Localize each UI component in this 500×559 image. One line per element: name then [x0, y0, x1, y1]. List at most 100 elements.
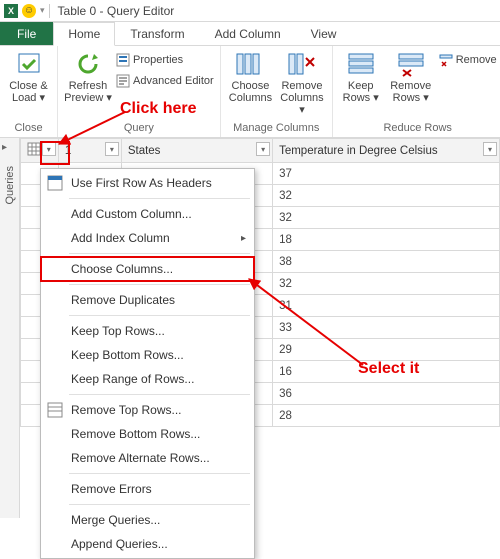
keep-rows-label: Keep Rows ▾: [339, 80, 383, 104]
chevron-down-icon[interactable]: ▾: [256, 142, 270, 156]
cell-temp: 32: [273, 207, 500, 229]
menu-remove-duplicates[interactable]: Remove Duplicates: [41, 288, 254, 312]
chevron-down-icon[interactable]: ▾: [483, 142, 497, 156]
cell-temp: 31: [273, 295, 500, 317]
advanced-editor-label: Advanced Editor: [133, 75, 214, 87]
cell-temp: 32: [273, 185, 500, 207]
tab-add-column[interactable]: Add Column: [200, 22, 296, 45]
column-header-states[interactable]: States ▾: [121, 139, 272, 163]
menu-label: Remove Bottom Rows...: [71, 427, 200, 441]
table-icon: [27, 142, 41, 156]
menu-remove-top-rows[interactable]: Remove Top Rows...: [41, 398, 254, 422]
menu-remove-bottom-rows[interactable]: Remove Bottom Rows...: [41, 422, 254, 446]
excel-icon: X: [4, 4, 18, 18]
menu-separator: [69, 394, 250, 395]
menu-add-custom-column[interactable]: Add Custom Column...: [41, 202, 254, 226]
remove-rows-button[interactable]: Remove Rows ▾: [387, 48, 435, 104]
advanced-editor-icon: [116, 74, 130, 88]
remove-columns-label: Remove Columns ▾: [278, 80, 326, 116]
menu-separator: [69, 504, 250, 505]
remove-columns-icon: [286, 50, 318, 78]
tab-transform[interactable]: Transform: [115, 22, 199, 45]
cell-temp: 28: [273, 405, 500, 427]
group-reduce-label: Reduce Rows: [339, 120, 497, 137]
ribbon-tabs: File Home Transform Add Column View: [0, 22, 500, 46]
queries-pane-tab[interactable]: Queries: [0, 138, 20, 518]
remove-small-button[interactable]: Remove: [439, 50, 497, 70]
menu-label: Remove Top Rows...: [71, 403, 182, 417]
menu-append-queries[interactable]: Append Queries...: [41, 532, 254, 556]
menu-merge-queries[interactable]: Merge Queries...: [41, 508, 254, 532]
title-bar: X ☺ ▾ Table 0 - Query Editor: [0, 0, 500, 22]
cell-temp: 32: [273, 273, 500, 295]
menu-label: Keep Range of Rows...: [71, 372, 194, 386]
group-manage-label: Manage Columns: [227, 120, 326, 137]
choose-columns-button[interactable]: Choose Columns: [227, 48, 275, 104]
column-header-temperature[interactable]: Temperature in Degree Celsius ▾: [273, 139, 500, 163]
menu-add-index-column[interactable]: Add Index Column ▸: [41, 226, 254, 250]
menu-separator: [69, 315, 250, 316]
table-corner-button[interactable]: ▾: [21, 139, 59, 163]
group-query: Refresh Preview ▾ Properties Advanced Ed…: [58, 46, 221, 137]
column-header-1-label: 1: [65, 145, 71, 157]
keep-rows-icon: [345, 50, 377, 78]
properties-icon: [116, 53, 130, 67]
menu-remove-errors[interactable]: Remove Errors: [41, 477, 254, 501]
menu-label: Remove Duplicates: [71, 293, 175, 307]
cell-temp: 16: [273, 361, 500, 383]
menu-separator: [69, 284, 250, 285]
menu-keep-top-rows[interactable]: Keep Top Rows...: [41, 319, 254, 343]
remove-columns-button[interactable]: Remove Columns ▾: [278, 48, 326, 116]
remove-rows-icon: [395, 50, 427, 78]
refresh-icon: [72, 50, 104, 78]
ribbon: Close & Load ▾ Close Refresh Preview ▾ P…: [0, 46, 500, 138]
cell-temp: 37: [273, 163, 500, 185]
column-header-1[interactable]: 1 ▾: [58, 139, 121, 163]
menu-use-first-row[interactable]: Use First Row As Headers: [41, 171, 254, 195]
tab-home[interactable]: Home: [53, 22, 115, 46]
tab-file[interactable]: File: [0, 22, 53, 45]
menu-keep-range-rows[interactable]: Keep Range of Rows...: [41, 367, 254, 391]
chevron-right-icon: ▸: [241, 233, 246, 244]
refresh-label: Refresh Preview ▾: [64, 80, 112, 104]
cell-temp: 38: [273, 251, 500, 273]
menu-separator: [69, 198, 250, 199]
remove-small-label: Remove: [456, 54, 497, 66]
menu-label: Remove Errors: [71, 482, 152, 496]
tab-view[interactable]: View: [296, 22, 352, 45]
properties-label: Properties: [133, 54, 183, 66]
expand-queries-icon[interactable]: ▸: [2, 142, 7, 153]
remove-rows-label: Remove Rows ▾: [387, 80, 435, 104]
column-header-temp-label: Temperature in Degree Celsius: [279, 145, 438, 157]
keep-rows-button[interactable]: Keep Rows ▾: [339, 48, 383, 104]
menu-label: Keep Top Rows...: [71, 324, 165, 338]
chevron-down-icon[interactable]: ▾: [42, 142, 56, 156]
menu-label: Choose Columns...: [71, 262, 173, 276]
menu-label: Use First Row As Headers: [71, 176, 212, 190]
cell-temp: 36: [273, 383, 500, 405]
close-and-load-button[interactable]: Close & Load ▾: [6, 48, 51, 104]
advanced-editor-button[interactable]: Advanced Editor: [116, 71, 214, 91]
cell-temp: 18: [273, 229, 500, 251]
choose-columns-label: Choose Columns: [227, 80, 275, 104]
menu-choose-columns[interactable]: Choose Columns...: [41, 257, 254, 281]
properties-button[interactable]: Properties: [116, 50, 214, 70]
group-close-label: Close: [6, 120, 51, 137]
refresh-preview-button[interactable]: Refresh Preview ▾: [64, 48, 112, 104]
chevron-down-icon[interactable]: ▾: [40, 5, 45, 16]
queries-pane-label: Queries: [4, 166, 16, 205]
menu-label: Keep Bottom Rows...: [71, 348, 184, 362]
menu-label: Add Index Column: [71, 231, 170, 245]
menu-label: Append Queries...: [71, 537, 168, 551]
smiley-icon: ☺: [22, 4, 36, 18]
context-menu: Use First Row As Headers Add Custom Colu…: [40, 168, 255, 559]
cell-temp: 33: [273, 317, 500, 339]
column-header-states-label: States: [128, 145, 161, 157]
chevron-down-icon[interactable]: ▾: [105, 142, 119, 156]
divider: [49, 4, 50, 18]
menu-label: Add Custom Column...: [71, 207, 192, 221]
menu-remove-alternate-rows[interactable]: Remove Alternate Rows...: [41, 446, 254, 470]
close-load-icon: [13, 50, 45, 78]
table-icon: [47, 402, 63, 418]
menu-keep-bottom-rows[interactable]: Keep Bottom Rows...: [41, 343, 254, 367]
